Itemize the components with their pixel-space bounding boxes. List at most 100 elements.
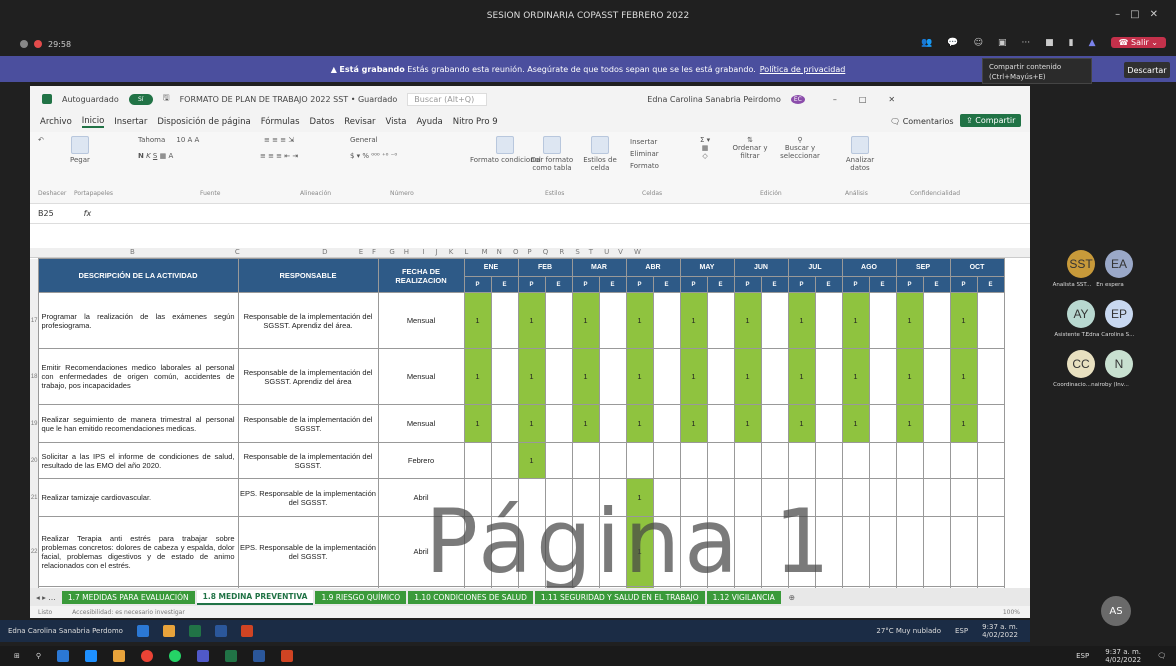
excel-taskbar-icon[interactable] <box>225 650 238 662</box>
sheet-tab-1-11[interactable]: 1.11 SEGURIDAD Y SALUD EN EL TRABAJO <box>534 590 705 604</box>
activity-cell[interactable]: Realizar Terapia anti estrés para trabaj… <box>37 516 239 587</box>
menu-revisar[interactable]: Revisar <box>344 117 375 127</box>
find-button[interactable]: ⚲ Buscar y seleccionar <box>775 136 825 160</box>
empty-cell[interactable] <box>922 348 951 405</box>
scheduled-cell[interactable]: 1 <box>625 348 654 405</box>
activity-cell[interactable]: Emitir Recomendaciones medico laborales … <box>37 348 239 405</box>
scheduled-cell[interactable]: 1 <box>625 292 654 349</box>
empty-cell[interactable] <box>949 442 978 479</box>
empty-cell[interactable] <box>868 404 897 443</box>
scheduled-cell[interactable]: 1 <box>679 348 708 405</box>
whatsapp-taskbar-icon[interactable] <box>169 650 182 662</box>
camera-icon[interactable]: ■ <box>1045 38 1054 48</box>
menu-disposicion[interactable]: Disposición de página <box>157 117 250 127</box>
scheduled-cell[interactable]: 1 <box>841 292 870 349</box>
participant-avatar[interactable]: SST <box>1067 250 1095 278</box>
empty-cell[interactable] <box>922 442 951 479</box>
empty-cell[interactable] <box>868 348 897 405</box>
scheduled-cell[interactable]: 1 <box>949 404 978 443</box>
empty-cell[interactable] <box>949 478 978 517</box>
empty-cell[interactable] <box>706 292 735 349</box>
participant-avatar[interactable]: AY <box>1067 300 1095 328</box>
empty-cell[interactable] <box>598 442 627 479</box>
participant-avatar[interactable]: CC <box>1067 350 1095 378</box>
notifications-icon[interactable]: 🗨 <box>1157 652 1166 660</box>
scheduled-cell[interactable]: 1 <box>733 348 762 405</box>
insert-button[interactable]: Insertar <box>630 138 657 146</box>
empty-cell[interactable] <box>760 442 789 479</box>
empty-cell[interactable] <box>652 404 681 443</box>
scheduled-cell[interactable]: 1 <box>571 292 600 349</box>
sheet-tab-1-10[interactable]: 1.10 CONDICIONES DE SALUD <box>408 590 533 604</box>
scheduled-cell[interactable]: 1 <box>787 348 816 405</box>
empty-cell[interactable] <box>652 292 681 349</box>
mic-icon[interactable]: ▮ <box>1069 38 1074 48</box>
empty-cell[interactable] <box>733 442 762 479</box>
empty-cell[interactable] <box>598 348 627 405</box>
empty-cell[interactable] <box>706 442 735 479</box>
rooms-icon[interactable]: ▣ <box>998 38 1007 48</box>
menu-ayuda[interactable]: Ayuda <box>417 117 443 127</box>
leave-button[interactable]: ☎ Salir ⌄ <box>1110 37 1166 48</box>
empty-cell[interactable] <box>922 516 951 587</box>
empty-cell[interactable] <box>976 292 1005 349</box>
autosum-icon[interactable]: Σ ▾ ▦ ◇ <box>700 136 710 160</box>
excel-window-controls[interactable]: –□✕ <box>833 95 917 104</box>
empty-cell[interactable] <box>868 516 897 587</box>
menu-datos[interactable]: Datos <box>310 117 335 127</box>
responsible-cell[interactable]: Responsable de la implementación del SGS… <box>237 404 379 443</box>
empty-cell[interactable] <box>760 404 789 443</box>
empty-cell[interactable] <box>814 292 843 349</box>
empty-cell[interactable] <box>895 442 924 479</box>
empty-cell[interactable] <box>868 442 897 479</box>
delete-button[interactable]: Eliminar <box>630 150 659 158</box>
number-format[interactable]: General <box>350 136 378 144</box>
tab-nav-icon[interactable]: ◂ ▸ … <box>30 593 62 602</box>
frequency-cell[interactable]: Mensual <box>377 348 465 405</box>
activity-cell[interactable]: Solicitar a las IPS el informe de condic… <box>37 442 239 479</box>
sort-button[interactable]: ⇅ Ordenar y filtrar <box>730 136 770 160</box>
format-button[interactable]: Formato <box>630 162 659 170</box>
user-avatar[interactable]: EC <box>790 94 805 104</box>
scheduled-cell[interactable]: 1 <box>517 404 546 443</box>
menu-formulas[interactable]: Fórmulas <box>261 117 300 127</box>
edge-taskbar-icon[interactable] <box>57 650 70 662</box>
empty-cell[interactable] <box>706 348 735 405</box>
files-taskbar-icon[interactable] <box>85 650 98 662</box>
share-button[interactable]: ⇪ Compartir <box>960 114 1022 127</box>
activity-cell[interactable]: Programar la realización de las exámenes… <box>37 292 239 349</box>
status-accessibility[interactable]: Accesibilidad: es necesario investigar <box>72 609 185 616</box>
responsible-cell[interactable]: EPS. Responsable de la implementación de… <box>237 478 379 517</box>
chrome-taskbar-icon[interactable] <box>141 650 154 662</box>
underline-button[interactable]: S <box>153 152 157 160</box>
participants-icon[interactable]: 👥 <box>921 38 932 48</box>
responsible-cell[interactable]: Responsable de la implementación del SGS… <box>237 442 379 479</box>
sheet-tab-1-7[interactable]: 1.7 MEDIDAS PARA EVALUACIÓN <box>61 590 195 604</box>
scheduled-cell[interactable]: 1 <box>787 404 816 443</box>
empty-cell[interactable] <box>841 478 870 517</box>
empty-cell[interactable] <box>544 292 573 349</box>
zoom-level[interactable]: 100% <box>1003 609 1020 616</box>
empty-cell[interactable] <box>706 404 735 443</box>
scheduled-cell[interactable]: 1 <box>895 348 924 405</box>
scheduled-cell[interactable]: 1 <box>895 404 924 443</box>
table-row[interactable]: 19 Realizar seguimiento de manera trimest… <box>30 404 1005 443</box>
sheet-tab-1-9[interactable]: 1.9 RIESGO QUÍMICO <box>315 590 407 604</box>
cell-styles-button[interactable]: Estilos de celda <box>580 136 620 172</box>
empty-cell[interactable] <box>598 292 627 349</box>
empty-cell[interactable] <box>976 478 1005 517</box>
italic-button[interactable]: K <box>146 152 151 160</box>
more-icon[interactable]: ··· <box>1022 38 1031 48</box>
window-controls[interactable]: –□✕ <box>1115 9 1168 20</box>
empty-cell[interactable] <box>814 442 843 479</box>
empty-cell[interactable] <box>787 442 816 479</box>
frequency-cell[interactable]: Mensual <box>377 292 465 349</box>
participant-avatar[interactable]: EA <box>1105 250 1133 278</box>
share-icon[interactable]: ▲ <box>1089 38 1096 48</box>
as-table-button[interactable]: Dar formato como tabla <box>527 136 577 172</box>
privacy-link[interactable]: Política de privacidad <box>760 65 846 74</box>
table-row[interactable]: 18 Emitir Recomendaciones medico laborale… <box>30 348 1005 405</box>
word-taskbar-icon[interactable] <box>253 650 266 662</box>
empty-cell[interactable] <box>895 516 924 587</box>
menu-inicio[interactable]: Inicio <box>81 116 105 128</box>
